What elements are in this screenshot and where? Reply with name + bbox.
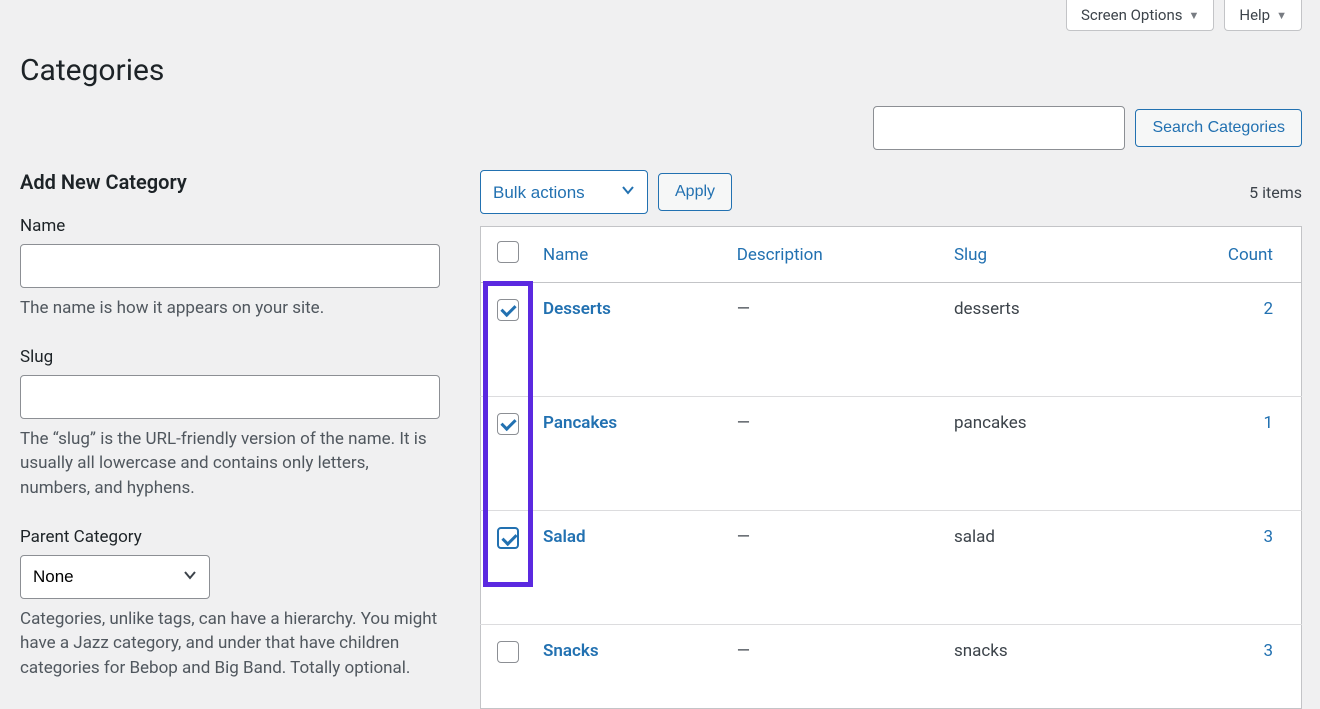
row-checkbox[interactable] [497, 527, 519, 549]
table-row: Desserts —desserts 2 [481, 283, 1302, 397]
help-label: Help [1239, 6, 1270, 24]
caret-down-icon: ▼ [1276, 9, 1287, 22]
category-slug: snacks [942, 625, 1133, 709]
row-checkbox[interactable] [497, 299, 519, 321]
row-checkbox[interactable] [497, 413, 519, 435]
search-input[interactable] [873, 106, 1125, 150]
col-header-count[interactable]: Count [1133, 227, 1302, 283]
slug-hint: The “slug” is the URL-friendly version o… [20, 427, 440, 501]
category-name-link[interactable]: Pancakes [543, 413, 617, 433]
bulk-actions-select[interactable]: Bulk actions [480, 170, 648, 214]
item-count: 5 items [1249, 183, 1302, 202]
help-tab[interactable]: Help ▼ [1224, 0, 1302, 31]
parent-hint: Categories, unlike tags, can have a hier… [20, 607, 440, 681]
category-description: — [725, 397, 942, 511]
category-count-link[interactable]: 3 [1263, 527, 1273, 547]
category-name-link[interactable]: Snacks [543, 641, 599, 661]
parent-select[interactable]: None [20, 555, 210, 599]
category-count-link[interactable]: 2 [1263, 299, 1273, 319]
col-header-slug[interactable]: Slug [942, 227, 1133, 283]
category-count-link[interactable]: 3 [1263, 641, 1273, 661]
category-slug: salad [942, 511, 1133, 625]
caret-down-icon: ▼ [1188, 9, 1199, 22]
col-header-description[interactable]: Description [725, 227, 942, 283]
category-slug: pancakes [942, 397, 1133, 511]
screen-options-tab[interactable]: Screen Options ▼ [1066, 0, 1214, 31]
category-description: — [725, 511, 942, 625]
screen-options-label: Screen Options [1081, 6, 1183, 24]
row-checkbox[interactable] [497, 641, 519, 663]
table-row: Snacks —snacks 3 [481, 625, 1302, 709]
name-input[interactable] [20, 244, 440, 288]
categories-table: Name Description Slug Count Desserts—des… [480, 226, 1302, 709]
page-title: Categories [0, 31, 1320, 88]
slug-input[interactable] [20, 375, 440, 419]
name-hint: The name is how it appears on your site. [20, 296, 440, 321]
parent-label: Parent Category [20, 527, 440, 547]
name-label: Name [20, 216, 440, 236]
category-slug: desserts [942, 283, 1133, 397]
col-header-name[interactable]: Name [531, 227, 725, 283]
category-description: — [725, 625, 942, 709]
category-description: — [725, 283, 942, 397]
slug-label: Slug [20, 347, 440, 367]
category-count-link[interactable]: 1 [1263, 413, 1273, 433]
apply-button[interactable]: Apply [658, 173, 732, 211]
select-all-checkbox[interactable] [497, 241, 519, 263]
table-row: Salad —salad 3 [481, 511, 1302, 625]
category-name-link[interactable]: Salad [543, 527, 586, 547]
category-name-link[interactable]: Desserts [543, 299, 611, 319]
add-new-heading: Add New Category [20, 170, 440, 194]
search-button[interactable]: Search Categories [1135, 109, 1302, 147]
table-row: Pancakes —pancakes 1 [481, 397, 1302, 511]
